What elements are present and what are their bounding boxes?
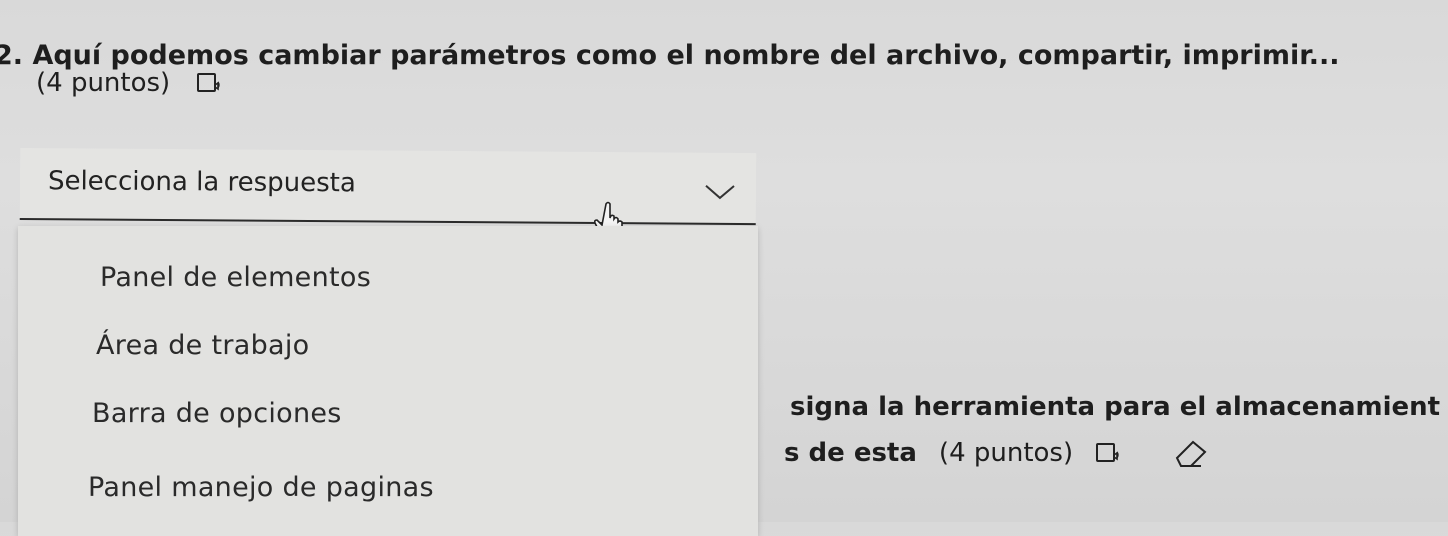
dropdown-option[interactable]: Panel de elementos bbox=[100, 262, 371, 293]
select-placeholder: Selecciona la respuesta bbox=[47, 166, 356, 199]
next-question-title: signa la herramienta para el almacenamie… bbox=[790, 392, 1441, 422]
immersive-reader-icon[interactable] bbox=[196, 71, 222, 95]
dropdown-option[interactable]: Barra de opciones bbox=[92, 398, 342, 429]
immersive-reader-icon[interactable] bbox=[1095, 441, 1121, 465]
dropdown-list: Panel de elementos Área de trabajo Barra… bbox=[18, 226, 758, 536]
question-title: 2. Aquí podemos cambiar parámetros como … bbox=[0, 40, 1340, 71]
next-question-fragment: s de esta bbox=[784, 438, 917, 468]
chevron-down-icon[interactable] bbox=[702, 181, 738, 203]
question-points-line: (4 puntos) bbox=[36, 68, 222, 98]
eraser-icon[interactable] bbox=[1171, 436, 1211, 470]
dropdown-option[interactable]: Área de trabajo bbox=[96, 330, 310, 361]
answer-select[interactable]: Selecciona la respuesta bbox=[19, 148, 757, 226]
question-points: (4 puntos) bbox=[36, 68, 171, 98]
next-question-points: (4 puntos) bbox=[938, 438, 1074, 468]
dropdown-option[interactable]: Panel manejo de paginas bbox=[88, 472, 434, 503]
next-question-line2: s de esta (4 puntos) bbox=[784, 436, 1211, 470]
